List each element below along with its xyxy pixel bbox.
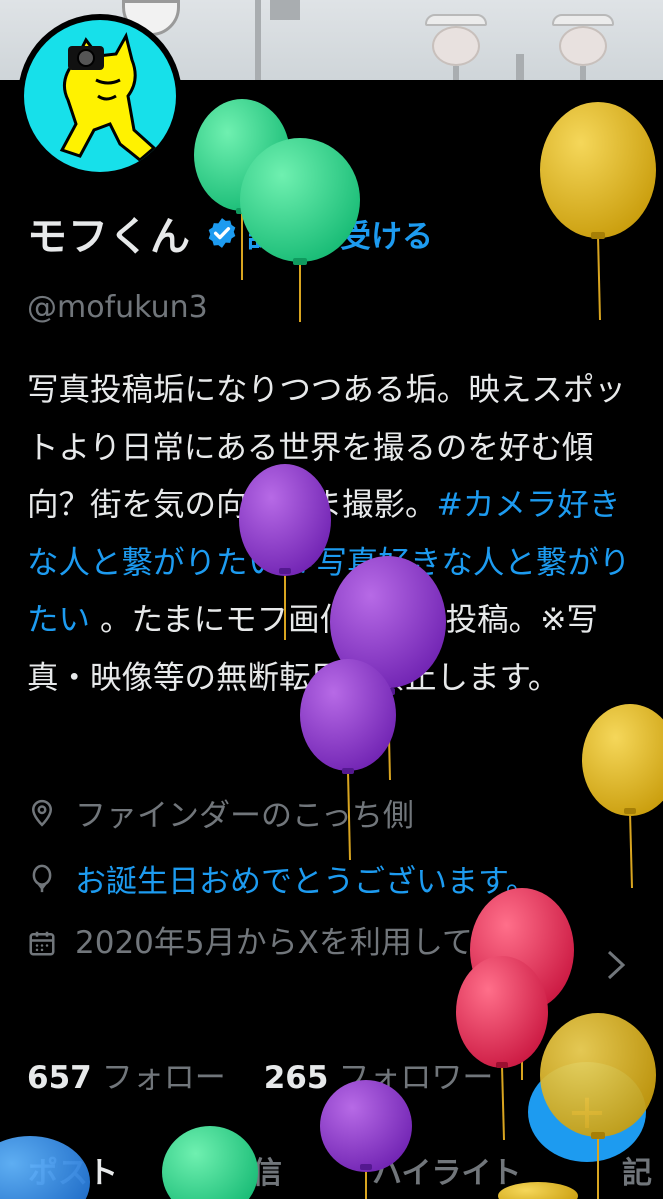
tab-highlights[interactable]: ハイライト [372,1148,521,1192]
tab-replies[interactable]: 返信 [222,1148,282,1192]
following-link[interactable]: 657 フォロー [27,1052,226,1097]
profile-joined[interactable]: 2020年5月からXを利用しています [27,920,647,980]
verified-badge-icon[interactable] [205,216,239,250]
calendar-icon [29,931,55,956]
balloon-gold [540,102,656,321]
joined-text: 2020年5月からXを利用しています [75,925,566,961]
cat-photographer-icon [59,31,157,162]
bio-text: 。たまにモフ画伯の絵も投稿。※写真・映像等の無断転用を禁止します。 [27,602,598,696]
tab-posts[interactable]: ポスト [28,1148,118,1192]
profile-birthday: お誕生日おめでとうございます。 [27,856,537,901]
followers-count: 265 [263,1060,329,1096]
balloon-gold [582,704,663,889]
profile-name: モフくん [27,214,191,260]
location-text: ファインダーのこっち側 [75,798,414,834]
birthday-link[interactable]: お誕生日おめでとうございます。 [75,856,537,901]
bio-space [279,545,289,581]
location-pin-icon [31,799,53,827]
followers-link[interactable]: 265 フォロワー [264,1052,494,1097]
get-verified-link[interactable]: 認証を受ける [247,211,433,256]
follow-stats: 657 フォロー 265 フォロワー [27,1052,493,1097]
chevron-right-icon[interactable] [603,948,629,982]
balloon-icon [32,864,52,892]
profile-bio: 写真投稿垢になりつつある垢。映えスポットより日常にある世界を撮るのを好む傾向？街… [27,362,647,708]
tab-articles[interactable]: 記 [622,1148,652,1192]
compose-button[interactable]: + [528,1062,646,1162]
following-label: フォロー [101,1060,226,1096]
avatar[interactable] [18,14,182,178]
profile-handle: @mofukun3 [27,290,208,325]
following-count: 657 [27,1060,92,1096]
profile-location: ファインダーのこっち側 [27,790,414,835]
followers-label: フォロワー [338,1060,494,1096]
